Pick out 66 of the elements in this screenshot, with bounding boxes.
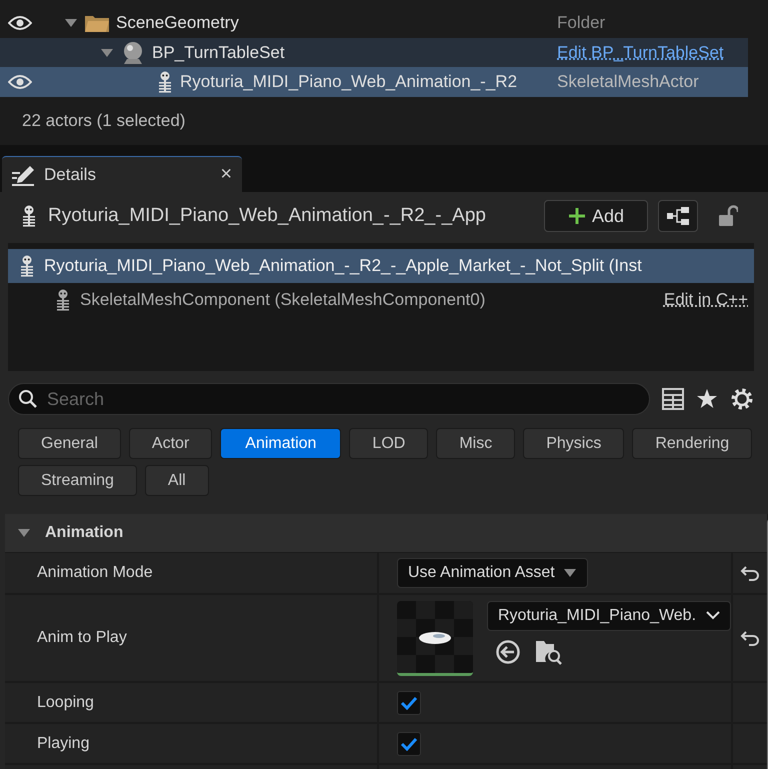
actor-type: Folder — [557, 12, 606, 32]
property-label: Animation Mode — [37, 564, 153, 582]
section-header[interactable]: Animation — [5, 514, 767, 553]
filter-tab[interactable]: Actor — [128, 428, 212, 459]
filter-tab[interactable]: Rendering — [632, 428, 752, 459]
check-icon — [400, 736, 418, 750]
hierarchy-icon — [666, 206, 690, 226]
property-label: Anim to Play — [37, 629, 127, 647]
actor-name: BP_TurnTableSet — [152, 42, 285, 62]
add-button[interactable]: Add — [544, 200, 648, 232]
actor-name: Ryoturia_MIDI_Piano_Web_Animation_-_R2_-_App — [48, 205, 487, 227]
filter-tab[interactable]: Streaming — [18, 465, 137, 496]
actor-type: SkeletalMeshActor — [557, 72, 699, 92]
outliner-row[interactable]: SceneGeometry Folder — [0, 8, 748, 38]
mode-dropdown[interactable]: Use Animation Asset — [397, 558, 588, 588]
actor-count: 22 actors (1 selected) — [21, 110, 186, 132]
filter-tab[interactable]: LOD — [349, 428, 428, 459]
filter-tab[interactable]: Physics — [523, 428, 624, 459]
chevron-icon[interactable] — [562, 568, 577, 578]
checkbox[interactable] — [397, 732, 421, 756]
filter-tab[interactable]: Misc — [436, 428, 516, 459]
browse-folder-icon[interactable] — [535, 638, 563, 664]
settings-icon[interactable] — [730, 387, 754, 411]
unlocked-lock-icon[interactable] — [718, 204, 738, 228]
search-icon — [18, 389, 38, 409]
edit-link[interactable]: Edit in C++ — [664, 290, 754, 310]
property-label: Playing — [37, 734, 90, 752]
component-row[interactable]: Ryoturia_MIDI_Piano_Web_Animation_-_R2_-_Apple_Market_-_Not_Split (Inst — [8, 249, 754, 283]
close-button[interactable]: × — [220, 163, 232, 186]
use-selected-icon[interactable] — [495, 638, 521, 664]
outliner-row[interactable]: BP_TurnTableSet Edit BP_TurnTableSet — [0, 38, 748, 68]
filter-tab[interactable]: All — [144, 465, 209, 496]
component-row[interactable]: SkeletalMeshComponent (SkeletalMeshComponent0) Edit in C++ — [8, 283, 754, 317]
expander-icon[interactable] — [64, 18, 78, 28]
component-name: Ryoturia_MIDI_Piano_Web_Animation_-_R2_-_Apple_Market_-_Not_Split (Inst — [44, 256, 643, 276]
star-icon[interactable] — [696, 388, 718, 410]
hierarchy-button[interactable] — [658, 200, 698, 232]
tab-title: Details — [44, 164, 97, 184]
edit-link[interactable]: Edit BP_TurnTableSet — [557, 42, 724, 62]
check-icon — [400, 696, 418, 710]
skeleton-icon — [18, 255, 36, 277]
reset-icon[interactable] — [740, 630, 760, 646]
skeleton-icon — [54, 289, 72, 311]
actor-name: SceneGeometry — [116, 12, 239, 33]
expander-icon[interactable] — [100, 48, 114, 58]
plus-icon — [568, 207, 586, 225]
section-title: Animation — [45, 524, 124, 542]
reset-icon[interactable] — [740, 565, 760, 581]
filter-tab[interactable]: General — [18, 428, 121, 459]
property-label: Looping — [37, 694, 94, 712]
filter-tab[interactable]: Animation — [220, 428, 342, 459]
actor-name: Ryoturia_MIDI_Piano_Web_Animation_-_R2 — [180, 72, 518, 92]
skeleton-icon — [156, 71, 174, 94]
details-tab[interactable]: Details × — [2, 156, 242, 192]
expander-icon[interactable] — [17, 528, 31, 538]
pencil-icon — [12, 164, 36, 186]
outliner-row[interactable]: Ryoturia_MIDI_Piano_Web_Animation_-_R2 SkeletalMeshActor — [0, 67, 748, 98]
asset-dropdown[interactable]: Ryoturia_MIDI_Piano_Web. — [487, 600, 731, 630]
eye-icon[interactable] — [8, 74, 32, 90]
eye-icon[interactable] — [8, 14, 32, 31]
chevron-icon — [706, 611, 720, 620]
checkbox[interactable] — [397, 690, 421, 714]
skeleton-icon — [20, 205, 38, 227]
component-name: SkeletalMeshComponent (SkeletalMeshComponent0) — [80, 290, 486, 310]
table-icon[interactable] — [662, 388, 684, 410]
search-field[interactable]: Search — [8, 383, 650, 415]
